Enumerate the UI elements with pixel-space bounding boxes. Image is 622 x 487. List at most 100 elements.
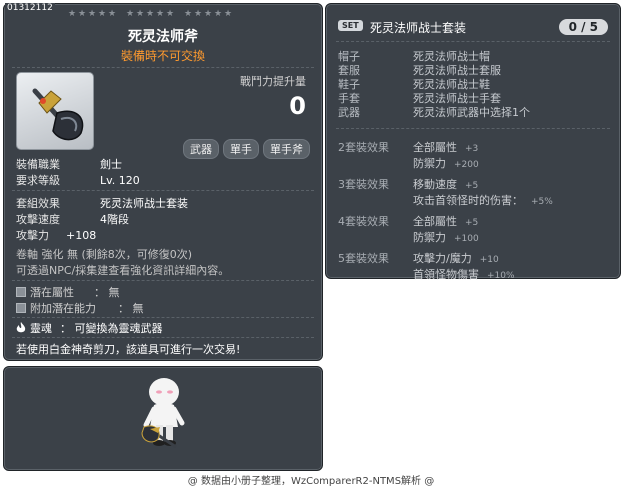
additional-potential-icon (16, 303, 26, 313)
potential-value: ： 無 (94, 286, 120, 299)
attack-label: 攻擊力 (16, 229, 49, 242)
set-effect-3: 3套裝效果 移動速度 +5 攻击首领怪时的伤害： +5% (338, 176, 553, 208)
divider (12, 67, 314, 69)
star-icon: ★ (126, 9, 135, 19)
tag-one-handed-axe: 單手斧 (263, 139, 310, 159)
divider (336, 41, 610, 43)
star-icon: ★ (214, 9, 223, 19)
effect-stat: 全部屬性 (413, 141, 457, 154)
attack-row: 攻擊力 +108 (16, 227, 96, 243)
effect-stat: 防禦力 (413, 157, 446, 170)
effect-stat: 攻击首领怪时的伤害： (413, 194, 523, 207)
set-part-row: 武器 死灵法师武器中选择1个 (338, 104, 530, 120)
item-tags: 武器 單手 單手斧 (183, 139, 310, 159)
set-count-badge: 0 / 5 (558, 19, 608, 35)
character-preview (3, 366, 323, 471)
divider (12, 317, 314, 319)
effect-value: +5% (531, 197, 553, 207)
set-info-panel: SET 死灵法师战士套装 0 / 5 帽子 死灵法师战士帽 套服 死灵法师战士套服 … (325, 3, 621, 282)
star-icon: ★ (136, 9, 145, 19)
effect-stat: 移動速度 (413, 178, 457, 191)
effect-value: +5 (465, 218, 479, 228)
star-icon: ★ (184, 9, 193, 19)
star-icon: ★ (68, 9, 77, 19)
craft-info: 可透過NPC/採集建查看強化資訊詳細內容。 (16, 264, 230, 277)
set-part-name: 死灵法师武器中选择1个 (413, 106, 530, 119)
soul-label: 靈魂 (30, 322, 52, 335)
set-effect-value: 死灵法师战士套装 (100, 197, 188, 210)
star-icon: ★ (108, 9, 117, 19)
set-effect-tier: 3套裝效果 (338, 178, 389, 191)
effect-value: +10 (479, 255, 499, 265)
soul-row: 靈魂 ： 可變換為靈魂武器 (16, 320, 163, 336)
effect-stat: 全部屬性 (413, 215, 457, 228)
job-label: 裝備職業 (16, 158, 60, 171)
effect-stat: 首領怪物傷害 (413, 268, 479, 281)
potential-icon (16, 287, 26, 297)
power-increase-value: 0 (289, 92, 306, 120)
divider (12, 190, 314, 192)
star-group-1: ★ ★ ★ ★ ★ (68, 9, 117, 19)
item-icon-frame (16, 72, 94, 150)
axe-icon (32, 88, 84, 141)
star-icon: ★ (78, 9, 87, 19)
job-value: 劍士 (100, 158, 122, 171)
footer-credit: @ 数据由小册子整理，WzComparerR2-NTMS解析 @ (187, 476, 435, 487)
potential-label: 潛在屬性 (30, 286, 74, 299)
attack-speed-value: 4階段 (100, 213, 129, 226)
character-avatar (141, 378, 185, 449)
set-effect-2: 2套裝效果 全部屬性 +3 防禦力 +200 (338, 139, 479, 171)
flame-icon (16, 322, 26, 333)
attack-speed-label: 攻擊速度 (16, 213, 60, 226)
star-icon: ★ (194, 9, 203, 19)
star-icon: ★ (98, 9, 107, 19)
set-part-slot: 武器 (338, 106, 360, 119)
level-value: Lv. 120 (100, 174, 140, 187)
star-force-row: ★ ★ ★ ★ ★ ★ ★ ★ ★ ★ ★ ★ ★ ★ ★ (68, 9, 233, 19)
set-effect-row: 套組效果 死灵法师战士套装 (16, 195, 188, 211)
star-icon: ★ (166, 9, 175, 19)
set-effect-label: 套組效果 (16, 197, 60, 210)
effect-value: +10% (487, 271, 515, 281)
set-effect-tier: 5套裝效果 (338, 252, 389, 265)
additional-potential-row: 附加潛在能力 ： 無 (16, 300, 144, 316)
set-effect-4: 4套裝效果 全部屬性 +5 防禦力 +100 (338, 213, 479, 245)
star-icon: ★ (88, 9, 97, 19)
effect-stat: 防禦力 (413, 231, 446, 244)
star-icon: ★ (146, 9, 155, 19)
item-id: 01312112 (5, 3, 55, 13)
set-effect-5: 5套裝效果 攻擊力/魔力 +10 首領怪物傷害 +10% (338, 250, 515, 282)
additional-potential-value: ： 無 (118, 302, 144, 315)
level-row: 要求等級 Lv. 120 (16, 172, 140, 188)
job-row: 裝備職業 劍士 (16, 156, 122, 172)
effect-value: +200 (454, 160, 479, 170)
attack-speed-row: 攻擊速度 4階段 (16, 211, 129, 227)
level-label: 要求等級 (16, 174, 60, 187)
effect-stat: 攻擊力/魔力 (413, 252, 472, 265)
star-icon: ★ (224, 9, 233, 19)
set-effect-tier: 4套裝效果 (338, 215, 389, 228)
star-group-2: ★ ★ ★ ★ ★ (126, 9, 175, 19)
set-badge: SET (338, 20, 363, 31)
scroll-info: 卷軸 強化 無 (剩餘8次，可修復0次) (16, 248, 193, 261)
tag-weapon: 武器 (183, 139, 219, 159)
item-title: 死灵法师斧 (128, 29, 198, 45)
effect-value: +5 (465, 181, 479, 191)
effect-value: +3 (465, 144, 479, 154)
additional-potential-label: 附加潛在能力 (30, 302, 96, 315)
divider (12, 280, 314, 282)
attack-value: +108 (66, 229, 97, 242)
tag-one-handed: 單手 (223, 139, 259, 159)
divider (12, 337, 314, 339)
trade-hint: 若使用白金神奇剪刀，該道具可進行一次交易! (16, 343, 241, 356)
effect-value: +100 (454, 234, 479, 244)
star-icon: ★ (156, 9, 165, 19)
item-tooltip: 01312112 ★ ★ ★ ★ ★ ★ ★ ★ ★ ★ ★ ★ ★ ★ ★ 死灵法师斧 裝備時不可交換… (3, 3, 323, 361)
star-group-3: ★ ★ ★ ★ ★ (184, 9, 233, 19)
power-increase-label: 戰鬥力提升量 (240, 75, 306, 88)
divider (336, 128, 610, 130)
untradeable-notice: 裝備時不可交換 (120, 49, 205, 63)
star-icon: ★ (204, 9, 213, 19)
set-effect-tier: 2套裝效果 (338, 141, 389, 154)
potential-row: 潛在屬性 ： 無 (16, 284, 120, 300)
